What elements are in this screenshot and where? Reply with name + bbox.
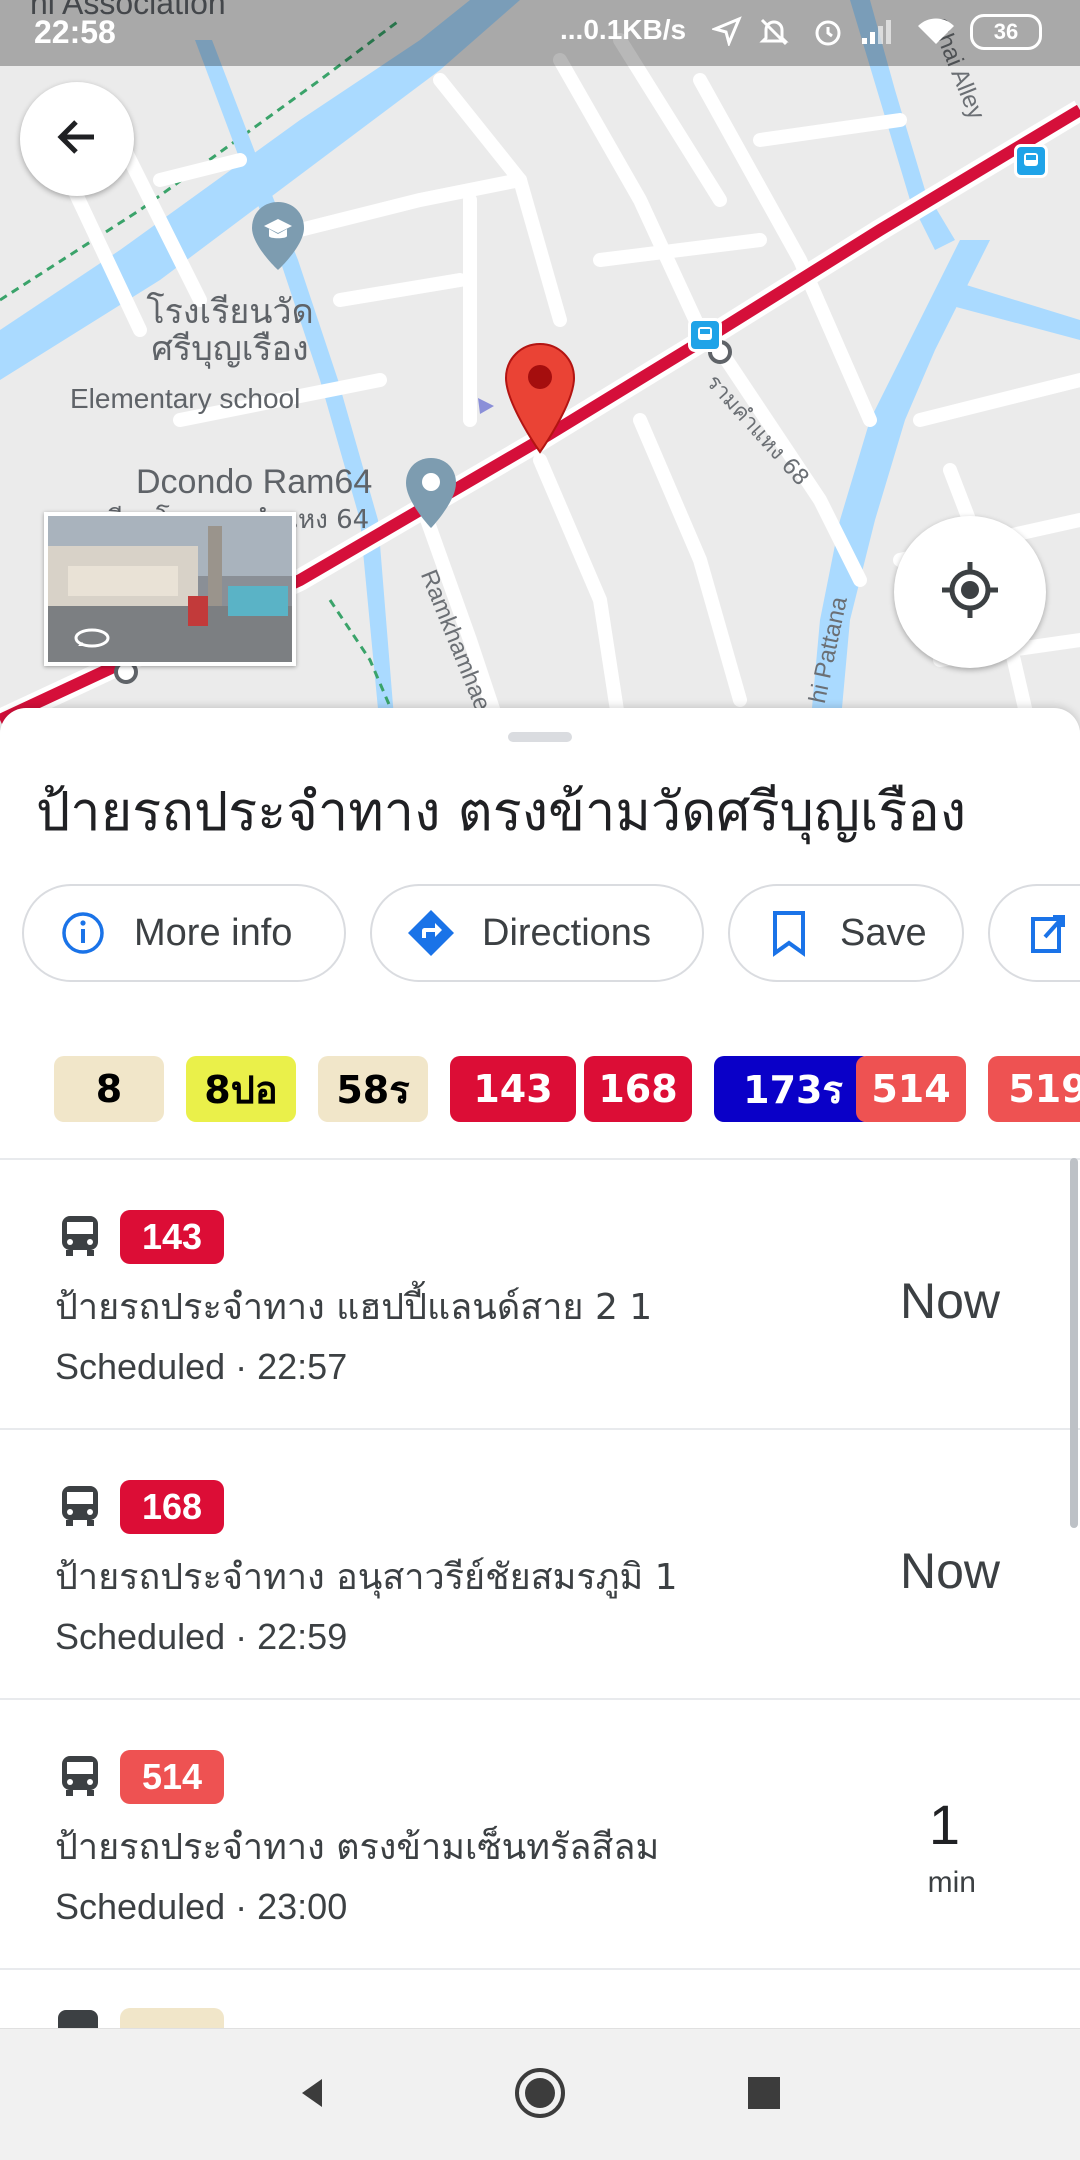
route-badge: 168 — [120, 1480, 224, 1534]
more-info-label: More info — [134, 911, 293, 954]
directions-label: Directions — [482, 911, 651, 954]
nav-home-button[interactable] — [504, 2059, 576, 2131]
route-badge[interactable]: 514 — [856, 1056, 966, 1122]
more-info-button[interactable]: More info — [22, 884, 346, 982]
my-location-icon — [938, 558, 1002, 626]
bus-stop-icon[interactable] — [688, 318, 722, 352]
place-pin-icon[interactable] — [404, 456, 458, 530]
departure-row[interactable]: 143 ป้ายรถประจำทาง แฮปปี้แลนด์สาย 2 1 Sc… — [0, 1160, 1080, 1430]
place-sheet[interactable]: ป้ายรถประจำทาง ตรงข้ามวัดศรีบุญเรือง Mor… — [0, 708, 1080, 2028]
system-nav-bar — [0, 2028, 1080, 2160]
bus-stop-icon[interactable] — [1014, 144, 1048, 178]
share-icon — [1024, 908, 1074, 958]
mute-icon — [758, 16, 790, 56]
wifi-icon — [916, 16, 956, 54]
route-badge: 143 — [120, 1210, 224, 1264]
network-speed: ...0.1KB/s — [560, 14, 687, 45]
nav-home-icon — [513, 2066, 567, 2124]
departure-eta-number: 1 — [928, 1793, 960, 1856]
departure-eta: Now — [899, 1273, 1000, 1329]
bus-icon — [58, 1214, 102, 1262]
route-badge[interactable]: 58ร — [318, 1056, 428, 1122]
route-badge[interactable]: 173ร — [714, 1056, 872, 1122]
bus-icon — [58, 1754, 102, 1802]
scrollbar[interactable] — [1070, 1158, 1078, 1528]
info-icon — [58, 908, 108, 958]
drag-handle[interactable] — [508, 732, 572, 742]
share-button[interactable] — [988, 884, 1080, 982]
battery-icon: 36 — [970, 14, 1042, 50]
school-name-line1: โรงเรียนวัด — [146, 292, 314, 332]
departure-destination: ป้ายรถประจำทาง แฮปปี้แลนด์สาย 2 1 — [55, 1287, 653, 1328]
bookmark-icon — [764, 908, 814, 958]
nav-recents-icon — [746, 2075, 782, 2115]
place-title: ป้ายรถประจำทาง ตรงข้ามวัดศรีบุญเรือง — [36, 780, 967, 843]
departure-row-partial[interactable] — [0, 1970, 1080, 2028]
departure-row[interactable]: 168 ป้ายรถประจำทาง อนุสาวรีย์ชัยสมรภูมิ … — [0, 1430, 1080, 1700]
red-map-pin-icon[interactable] — [504, 342, 576, 456]
map-view[interactable]: hi Association โรงเรียนวัด ศรีบุญเรือง E… — [0, 0, 1080, 730]
arrow-back-icon — [52, 112, 102, 166]
departure-scheduled: Scheduled · 22:57 — [55, 1346, 348, 1387]
route-badge[interactable]: 519 — [988, 1056, 1080, 1122]
school-name-line2: ศรีบุญเรือง — [151, 329, 309, 370]
alarm-icon — [812, 16, 844, 56]
route-badge[interactable]: 168 — [584, 1056, 692, 1122]
directions-icon — [406, 908, 456, 958]
route-badge[interactable]: 8 — [54, 1056, 164, 1122]
my-location-button[interactable] — [894, 516, 1046, 668]
departure-scheduled: Scheduled · 22:59 — [55, 1616, 348, 1657]
battery-level: 36 — [993, 19, 1019, 44]
departure-scheduled: Scheduled · 23:00 — [55, 1886, 348, 1927]
location-arrow-icon — [710, 16, 742, 54]
nav-back-button[interactable] — [276, 2059, 348, 2131]
route-badge[interactable]: 143 — [450, 1056, 576, 1122]
departure-row[interactable]: 514 ป้ายรถประจำทาง ตรงข้ามเซ็นทรัลสีลม S… — [0, 1700, 1080, 1970]
street-view-icon — [72, 626, 112, 654]
route-badge — [120, 2008, 224, 2028]
status-bar: 22:58 ...0.1KB/s 36 — [0, 0, 1080, 66]
school-icon[interactable] — [250, 200, 306, 272]
directions-button[interactable]: Directions — [370, 884, 704, 982]
school-label: โรงเรียนวัด ศรีบุญเรือง — [130, 292, 330, 370]
departure-destination: ป้ายรถประจำทาง ตรงข้ามเซ็นทรัลสีลม — [55, 1827, 660, 1868]
school-type-label: Elementary school — [70, 383, 301, 414]
route-list: 8 8ปอ 58ร 143 168 173ร 514 519 — [0, 1056, 1080, 1126]
save-button[interactable]: Save — [728, 884, 964, 982]
save-label: Save — [840, 911, 927, 954]
condo-label: Dcondo Ram64 — [136, 463, 373, 501]
route-badge[interactable]: 8ปอ — [186, 1056, 296, 1122]
bus-icon — [58, 2010, 98, 2028]
nav-recents-button[interactable] — [728, 2059, 800, 2131]
signal-icon — [860, 16, 896, 54]
nav-back-icon — [292, 2073, 332, 2117]
route-badge: 514 — [120, 1750, 224, 1804]
departure-destination: ป้ายรถประจำทาง อนุสาวรีย์ชัยสมรภูมิ 1 — [55, 1557, 678, 1598]
back-button[interactable] — [20, 82, 134, 196]
status-time: 22:58 — [34, 14, 116, 50]
street-view-thumbnail[interactable] — [44, 512, 296, 666]
departure-eta: Now — [899, 1543, 1000, 1599]
bus-icon — [58, 1484, 102, 1532]
departure-eta-unit: min — [927, 1866, 976, 1899]
